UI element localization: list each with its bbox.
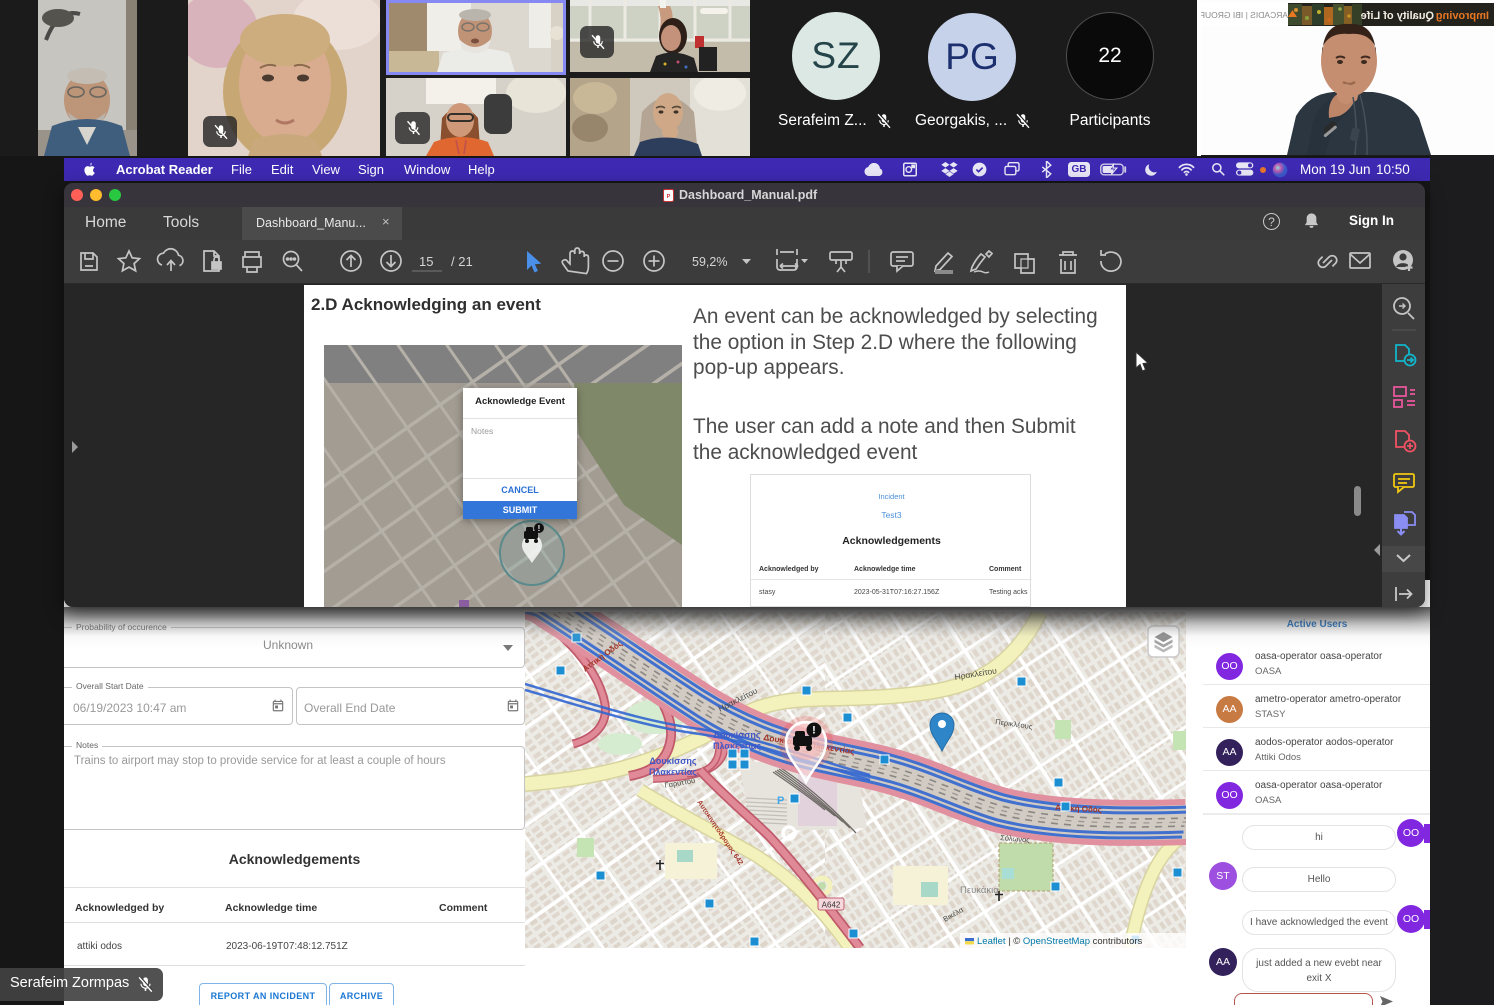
- svg-text:!: !: [812, 725, 816, 737]
- svg-text:59,2%: 59,2%: [692, 255, 727, 269]
- svg-text:Quality of Life: Quality of Life: [1361, 10, 1434, 22]
- svg-text:Improving: Improving: [1436, 10, 1489, 22]
- svg-text:P: P: [667, 194, 671, 200]
- svg-text:Δουκίσσης: Δουκίσσης: [713, 730, 761, 740]
- svg-text:A642: A642: [822, 901, 841, 910]
- svg-text:/ 21: / 21: [451, 254, 473, 269]
- svg-text:Leaflet | © OpenStreetMap cont: Leaflet | © OpenStreetMap contributors: [977, 936, 1143, 947]
- svg-text:!: !: [538, 524, 541, 533]
- svg-text:Δουκίσσης: Δουκίσσης: [649, 756, 697, 766]
- svg-text:ARCADIS | IBI GROUP: ARCADIS | IBI GROUP: [1201, 10, 1288, 20]
- svg-text:P: P: [777, 795, 784, 807]
- svg-text:15: 15: [419, 254, 433, 269]
- svg-text:Πευκάκια: Πευκάκια: [960, 885, 999, 896]
